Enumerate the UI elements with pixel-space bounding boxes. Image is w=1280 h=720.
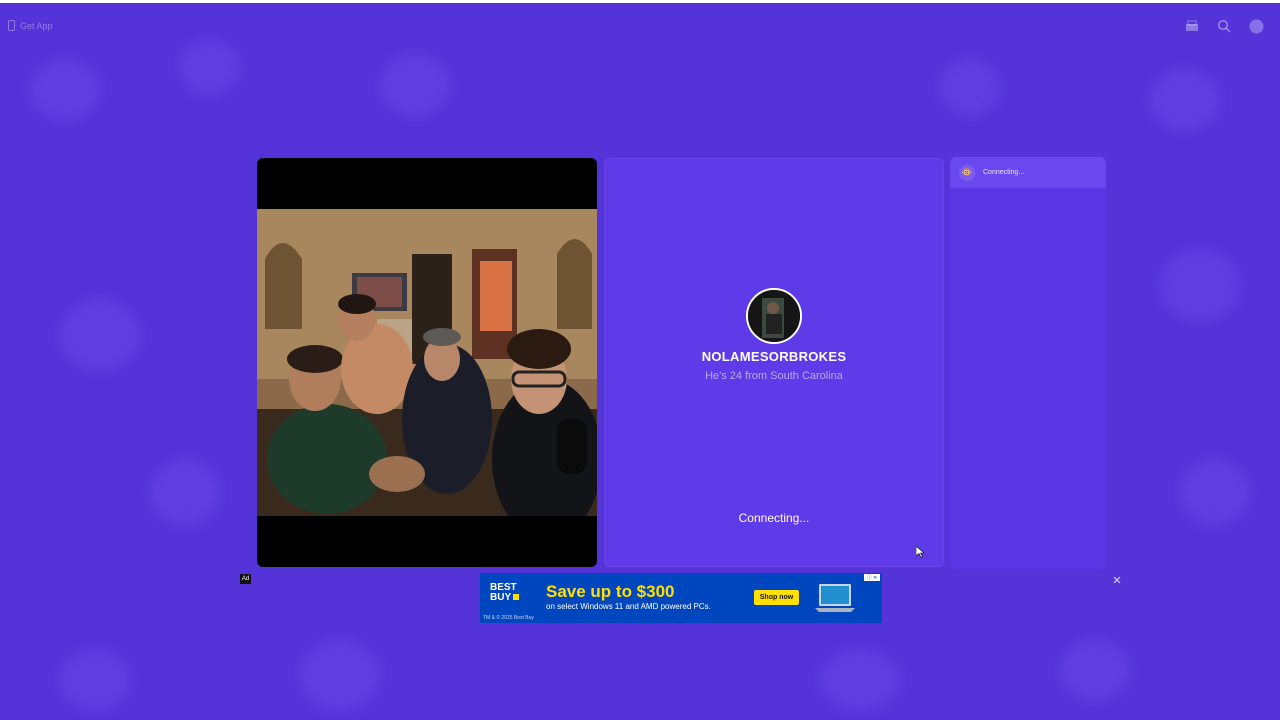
get-app-label: Get App [20, 20, 53, 31]
ad-subtext: on select Windows 11 and AMD powered PCs… [546, 602, 711, 611]
search-icon[interactable] [1216, 18, 1232, 34]
best-buy-logo: BEST BUY [490, 583, 530, 613]
browser-top-edge [0, 0, 1280, 3]
ad-choices-icon[interactable]: ⓘ ✕ [864, 574, 880, 581]
mouse-cursor-icon [916, 546, 924, 558]
video-panel [257, 158, 597, 567]
laptop-icon [815, 584, 855, 612]
ad-legal: TM & © 2025 Best Buy [483, 615, 534, 621]
stranger-profile-panel: NOLAMESORBROKES He's 24 from South Carol… [604, 158, 944, 567]
chat-header: 🐵 Connecting... [950, 157, 1106, 188]
stranger-bio: He's 24 from South Carolina [705, 370, 843, 382]
ad-close-icon[interactable]: ✕ [1111, 574, 1123, 587]
stranger-video-feed [257, 209, 597, 516]
ad-shop-now-button[interactable]: Shop now [754, 590, 799, 605]
chat-connecting-status: Connecting... [983, 169, 1025, 176]
ad-tag: Ad [240, 574, 251, 584]
stranger-avatar[interactable] [746, 288, 802, 344]
top-right-icons [1184, 18, 1264, 34]
shop-icon[interactable] [1184, 18, 1200, 34]
phone-icon [8, 20, 15, 31]
connecting-status: Connecting... [738, 511, 810, 525]
profile-icon[interactable] [1248, 18, 1264, 34]
ad-headline: Save up to $300 [546, 582, 675, 601]
get-app-button[interactable]: Get App [8, 20, 53, 31]
monkey-face-icon: 🐵 [959, 164, 975, 181]
ad-banner[interactable]: BEST BUY Save up to $300 on select Window… [480, 573, 882, 623]
chat-panel: 🐵 Connecting... [950, 157, 1106, 569]
stranger-username: NOLAMESORBROKES [701, 349, 847, 364]
